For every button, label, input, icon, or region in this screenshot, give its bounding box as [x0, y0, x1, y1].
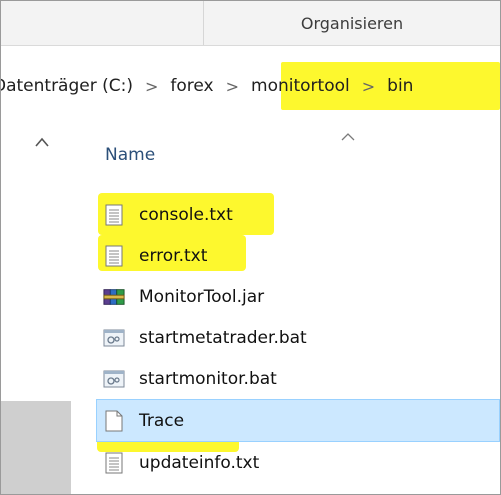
- file-row-updateinfo[interactable]: updateinfo.txt: [97, 442, 500, 483]
- ribbon-tab-strip: Organisieren: [1, 1, 500, 46]
- chevron-right-icon[interactable]: >: [216, 77, 249, 96]
- breadcrumb-item-bin[interactable]: bin: [385, 76, 415, 96]
- batch-file-icon: [103, 326, 125, 350]
- column-name-header[interactable]: Name: [105, 145, 155, 165]
- scroll-up-icon[interactable]: [35, 135, 49, 151]
- file-name: error.txt: [139, 245, 208, 266]
- organize-group-label[interactable]: Organisieren: [204, 1, 500, 45]
- explorer-window: Organisieren Datenträger (C:) > forex > …: [0, 0, 501, 495]
- breadcrumb-item-drive[interactable]: Datenträger (C:): [1, 76, 135, 96]
- file-row-error[interactable]: error.txt: [97, 235, 500, 276]
- breadcrumb-item-forex[interactable]: forex: [168, 76, 215, 96]
- breadcrumb: Datenträger (C:) > forex > monitortool >…: [1, 67, 500, 105]
- archive-icon: [103, 285, 125, 309]
- column-header: Name: [97, 129, 500, 177]
- chevron-right-icon[interactable]: >: [135, 77, 168, 96]
- sort-ascending-icon[interactable]: [341, 129, 355, 145]
- navigation-scrollbar-thumb[interactable]: [1, 401, 71, 494]
- file-row-startmetatrader[interactable]: startmetatrader.bat: [97, 317, 500, 358]
- text-file-icon: [103, 203, 125, 227]
- file-row-console[interactable]: console.txt: [97, 194, 500, 235]
- file-name: MonitorTool.jar: [139, 286, 265, 307]
- file-name: Trace: [139, 410, 185, 431]
- file-row-startmonitor[interactable]: startmonitor.bat: [97, 358, 500, 399]
- file-list: console.txt error.txt MonitorTool.jar st…: [96, 194, 500, 483]
- chevron-right-icon[interactable]: >: [352, 77, 385, 96]
- file-name: updateinfo.txt: [139, 452, 260, 473]
- file-name: console.txt: [139, 204, 233, 225]
- file-name: startmonitor.bat: [139, 368, 277, 389]
- text-file-icon: [103, 244, 125, 268]
- text-file-icon: [103, 451, 125, 475]
- file-row-monitortool-jar[interactable]: MonitorTool.jar: [97, 276, 500, 317]
- breadcrumb-item-monitortool[interactable]: monitortool: [249, 76, 352, 96]
- batch-file-icon: [103, 367, 125, 391]
- blank-file-icon: [103, 409, 125, 433]
- file-row-trace[interactable]: Trace: [96, 399, 500, 442]
- file-name: startmetatrader.bat: [139, 327, 307, 348]
